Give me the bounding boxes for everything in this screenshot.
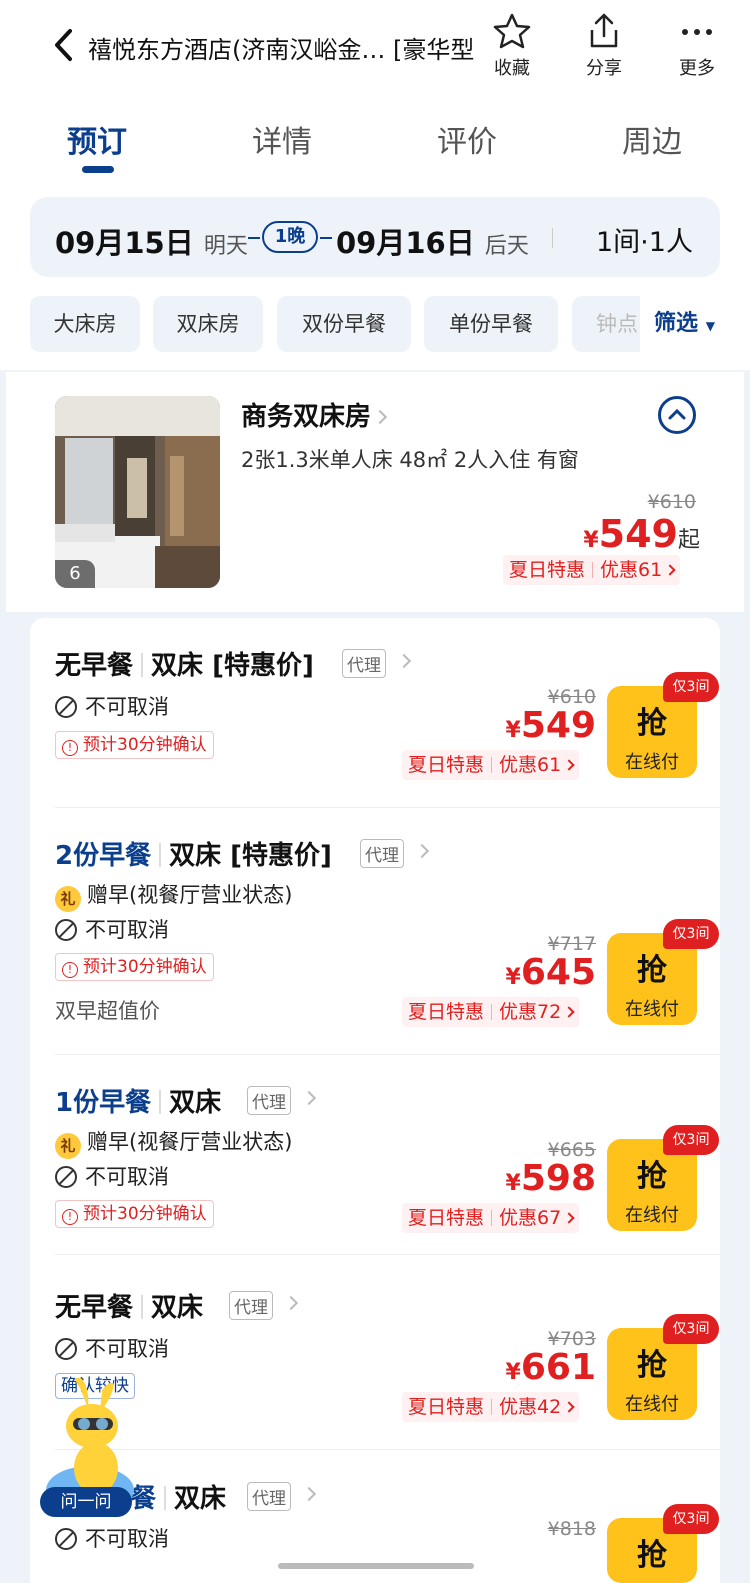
date-divider (552, 228, 553, 248)
stock-badge: 仅3间 (663, 919, 719, 949)
stock-badge: 仅3间 (663, 672, 719, 702)
filter-button[interactable]: 筛选 ▼ (640, 296, 750, 352)
divider (55, 807, 720, 808)
alert-icon: ! (62, 962, 78, 978)
chevron-right-icon (563, 1212, 575, 1224)
tab-booking[interactable]: 预订 (67, 117, 127, 161)
agent-badge: 代理 (247, 1482, 291, 1511)
no-cancel-icon (55, 1338, 77, 1360)
price: ¥645 (505, 952, 596, 993)
price: ¥549 (505, 705, 596, 746)
gift-icon: 礼 (55, 886, 81, 912)
tab-nearby[interactable]: 周边 (622, 117, 682, 161)
photo-count: 6 (55, 560, 95, 588)
chevron-right-icon (563, 1006, 575, 1018)
cancel-policy: 不可取消 (55, 1523, 169, 1553)
no-cancel-icon (55, 1166, 77, 1188)
confirm-time: ! 预计30分钟确认 (55, 953, 214, 981)
rooms-guests[interactable]: 1间·1人 (596, 220, 693, 259)
stock-badge: 仅3间 (663, 1125, 719, 1155)
breakfast-gift: 礼赠早(视餐厅营业状态) (55, 879, 292, 912)
filter-chip-single-breakfast[interactable]: 单份早餐 (424, 296, 558, 352)
no-cancel-icon (55, 696, 77, 718)
nights-badge: 1晚 (262, 221, 318, 253)
cancel-policy: 不可取消 (55, 914, 169, 944)
chevron-right-icon (563, 1401, 575, 1413)
agent-badge: 代理 (247, 1086, 291, 1115)
star-icon (493, 13, 531, 49)
more-button[interactable]: 更多 (666, 12, 728, 80)
top-bar: 禧悦东方酒店(济南汉峪金… [豪华型 收藏 分享 更多 (0, 0, 750, 95)
original-price: ¥818 (547, 1518, 596, 1540)
collapse-button[interactable] (658, 396, 696, 434)
rate-title[interactable]: 2份早餐 双床 [特惠价] (55, 835, 332, 872)
promo-tag[interactable]: 夏日特惠 优惠42 (402, 1392, 580, 1422)
breakfast-gift: 礼赠早(视餐厅营业状态) (55, 1126, 292, 1159)
ask-assistant-button[interactable]: 问一问 (40, 1487, 132, 1517)
back-arrow-icon[interactable] (52, 28, 74, 62)
no-cancel-icon (55, 1528, 77, 1550)
confirm-time: ! 预计30分钟确认 (55, 1200, 214, 1228)
filter-chip-double-breakfast[interactable]: 双份早餐 (277, 296, 411, 352)
favorite-button[interactable]: 收藏 (481, 12, 543, 80)
chevron-right-icon (372, 409, 388, 425)
filter-chip-twin[interactable]: 双床房 (153, 296, 263, 352)
rate-title[interactable]: 1份早餐 双床 (55, 1082, 221, 1119)
filter-chip-king[interactable]: 大床房 (30, 296, 140, 352)
caret-down-icon: ▼ (705, 319, 715, 333)
agent-badge: 代理 (360, 839, 404, 868)
favorite-label: 收藏 (494, 58, 530, 79)
promo-tag[interactable]: 夏日特惠 优惠67 (402, 1203, 580, 1233)
room-promo[interactable]: 夏日特惠 优惠61 (503, 555, 681, 585)
room-price: ¥549起 (583, 512, 700, 556)
share-label: 分享 (586, 58, 622, 79)
room-original-price: ¥610 (647, 491, 696, 513)
tab-bar: 预订 详情 评价 周边 (0, 95, 750, 185)
nights-line-right (320, 237, 332, 239)
tab-details[interactable]: 详情 (252, 117, 312, 161)
room-photo[interactable]: 6 (55, 396, 220, 588)
room-name[interactable]: 商务双床房 (241, 396, 388, 433)
more-label: 更多 (679, 58, 715, 79)
no-cancel-icon (55, 919, 77, 941)
promo-tag[interactable]: 夏日特惠 优惠72 (402, 997, 580, 1027)
nights-line-left (248, 237, 260, 239)
cancel-policy: 不可取消 (55, 691, 169, 721)
home-indicator (278, 1563, 474, 1569)
price: ¥598 (505, 1158, 596, 1199)
rate-title[interactable]: 餐双床 (130, 1478, 226, 1515)
alert-icon: ! (62, 740, 78, 756)
checkout-date[interactable]: 09月16日 后天 (336, 220, 529, 262)
price: ¥661 (505, 1347, 596, 1388)
room-info: 2张1.3米单人床 48㎡ 2人入住 有窗 (241, 448, 579, 472)
divider (55, 1449, 720, 1450)
hotel-title[interactable]: 禧悦东方酒店(济南汉峪金… [豪华型 (88, 30, 480, 65)
rate-title[interactable]: 无早餐 双床 (55, 1287, 203, 1324)
share-button[interactable]: 分享 (573, 12, 635, 80)
cancel-policy: 不可取消 (55, 1333, 169, 1363)
gift-icon: 礼 (55, 1133, 81, 1159)
stock-badge: 仅3间 (663, 1314, 719, 1344)
chevron-up-icon (668, 408, 686, 420)
stock-badge: 仅3间 (663, 1504, 719, 1534)
share-icon (590, 13, 618, 48)
alert-icon: ! (62, 1209, 78, 1225)
rate-title[interactable]: 无早餐 双床 [特惠价] (55, 645, 314, 682)
agent-badge: 代理 (342, 649, 386, 678)
rate-note: 双早超值价 (55, 999, 160, 1023)
more-dots-icon (682, 29, 712, 35)
checkin-date[interactable]: 09月15日 明天 (55, 220, 248, 262)
confirm-time: ! 预计30分钟确认 (55, 731, 214, 759)
chevron-right-icon (563, 759, 575, 771)
active-tab-indicator (82, 166, 114, 173)
promo-tag[interactable]: 夏日特惠 优惠61 (402, 750, 580, 780)
divider (55, 1054, 720, 1055)
tab-reviews[interactable]: 评价 (437, 117, 497, 161)
agent-badge: 代理 (229, 1291, 273, 1320)
chevron-right-icon (664, 564, 676, 576)
cancel-policy: 不可取消 (55, 1161, 169, 1191)
divider (55, 1254, 720, 1255)
